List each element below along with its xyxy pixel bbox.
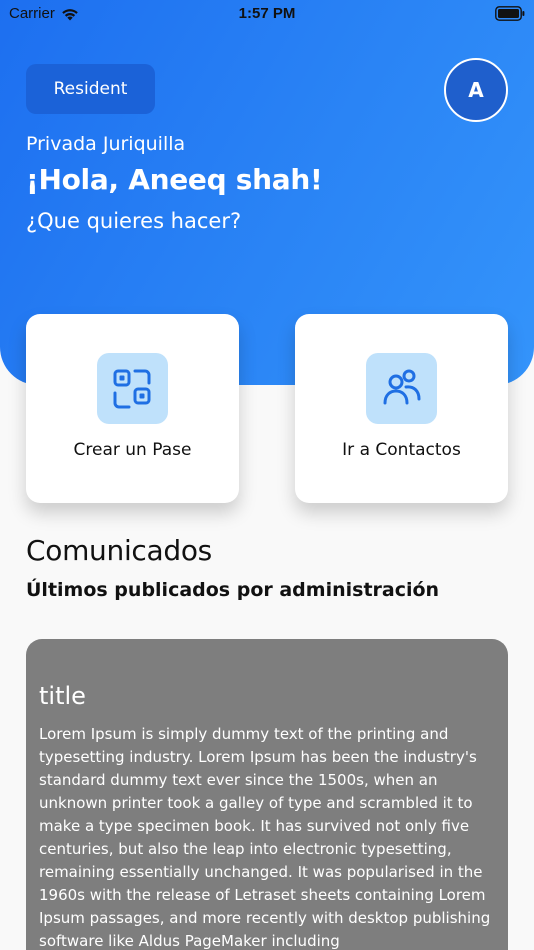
- status-bar: Carrier 1:57 PM: [0, 0, 534, 28]
- battery-icon: [495, 6, 525, 21]
- announcement-card[interactable]: title Lorem Ipsum is simply dummy text o…: [26, 639, 508, 950]
- announcements-subtitle: Últimos publicados por administración: [26, 579, 440, 601]
- announcements-title: Comunicados: [26, 534, 212, 567]
- contacts-button[interactable]: Ir a Contactos: [295, 314, 508, 503]
- qr-code-icon: [113, 369, 150, 408]
- create-pass-icon-tile: [97, 353, 168, 424]
- avatar[interactable]: A: [444, 58, 508, 122]
- community-name: Privada Juriquilla: [26, 133, 186, 155]
- announcement-body: Lorem Ipsum is simply dummy text of the …: [39, 725, 491, 950]
- announcement-title: title: [39, 682, 86, 710]
- greeting-question: ¿Que quieres hacer?: [26, 209, 242, 233]
- contacts-icon-tile: [366, 353, 437, 424]
- create-pass-label: Crear un Pase: [73, 440, 192, 460]
- create-pass-button[interactable]: Crear un Pase: [26, 314, 239, 503]
- greeting-title: ¡Hola, Aneeq shah!: [26, 163, 323, 196]
- status-time: 1:57 PM: [238, 5, 296, 22]
- role-badge[interactable]: Resident: [26, 64, 155, 114]
- contacts-label: Ir a Contactos: [342, 440, 461, 460]
- contacts-icon: [383, 369, 420, 404]
